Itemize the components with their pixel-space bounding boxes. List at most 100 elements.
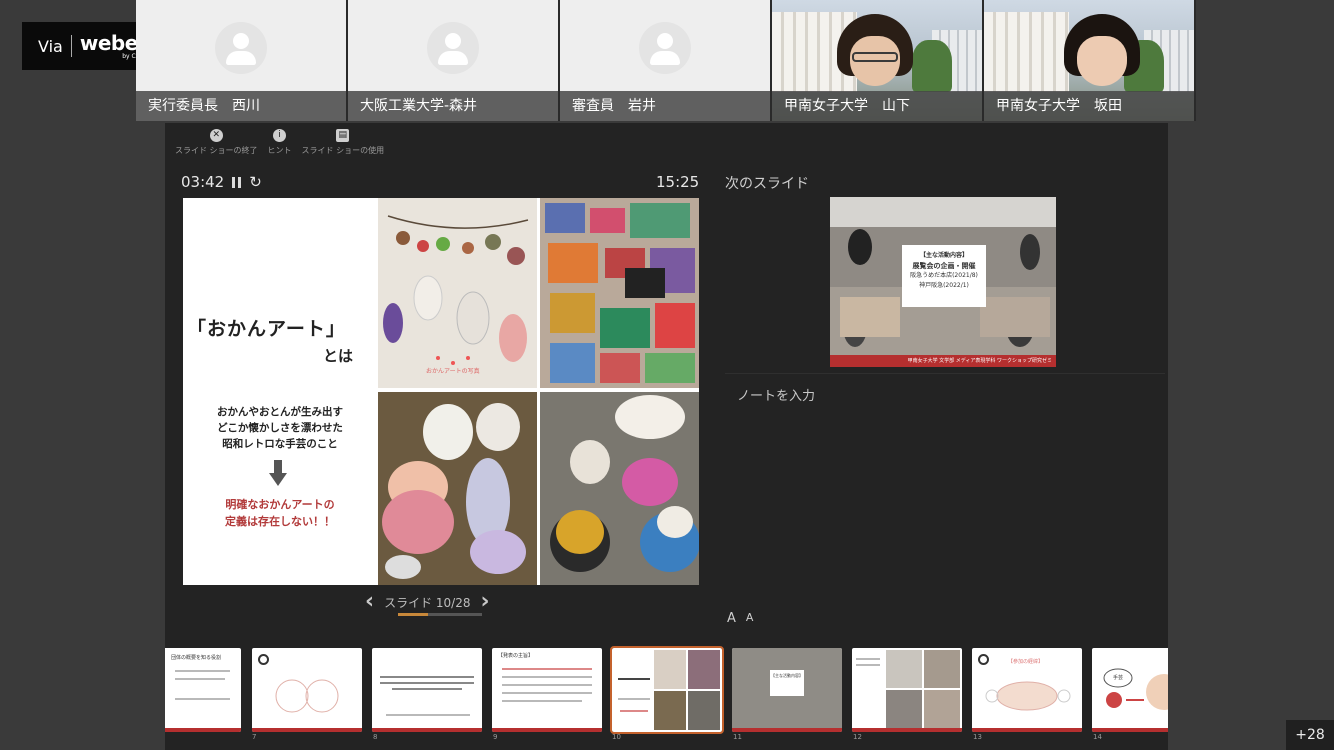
- participant-tile-video[interactable]: 甲南女子大学 山下: [772, 0, 982, 121]
- thumbnail-photo: [924, 690, 960, 728]
- craft-photo-drawing: [550, 395, 699, 572]
- thumbnail-footer: [1092, 728, 1168, 732]
- thumbnail-photo: [924, 650, 960, 688]
- photo-caption: おかんアートの写真: [426, 368, 480, 375]
- use-slideshow-label: スライド ショーの使用: [301, 146, 385, 155]
- slide-thumbnail[interactable]: [852, 648, 962, 732]
- close-icon: ✕: [209, 129, 223, 142]
- participant-strip: 実行委員長 西川 大阪工業大学-森井 審査員 岩井 甲南女子大学 山下 甲南女子…: [136, 0, 1196, 121]
- thumbnail-photo: [886, 690, 922, 728]
- participant-name: 甲南女子大学 坂田: [984, 91, 1194, 121]
- restart-icon[interactable]: ↻: [249, 173, 262, 191]
- participant-tile[interactable]: 審査員 岩井: [560, 0, 770, 121]
- elapsed-time: 03:42: [181, 173, 225, 191]
- thumbnail-text: [618, 698, 650, 700]
- thumbnail-text: [175, 670, 230, 672]
- thumbnail-text: [392, 688, 462, 690]
- thumbnail-diagram: [1103, 668, 1168, 710]
- thumbnail-title: 団体の概要を知る役割: [171, 655, 222, 661]
- thumbnail-number: 8: [373, 733, 378, 741]
- thumbnail-number: 14: [1093, 733, 1102, 741]
- thumbnail-text: [502, 692, 592, 694]
- more-participants-button[interactable]: +28: [1286, 720, 1334, 750]
- avatar-placeholder-icon: [639, 22, 691, 74]
- thumbnail-photo: [886, 650, 922, 688]
- slide-thumbnail[interactable]: [372, 648, 482, 732]
- thumbnail-footer: [492, 728, 602, 732]
- participant-name: 大阪工業大学-森井: [348, 91, 558, 121]
- increase-font-button[interactable]: A: [727, 611, 736, 626]
- next-card-title: 【主な活動内容】: [919, 252, 968, 259]
- thumbnail-text: [620, 710, 648, 712]
- slide-progress-bar: [398, 613, 482, 616]
- slide-thumbnail-strip: 団体の概要を知る役割 7 8 9 【発表の主旨】 10 11 【主な活動内容】 …: [165, 643, 1168, 750]
- craft-photo-dolls: [378, 392, 537, 585]
- next-card-line: 神戸阪急(2022/1): [919, 282, 969, 289]
- slide-thumbnail[interactable]: 【発表の主旨】: [492, 648, 602, 732]
- next-slide-preview[interactable]: 【主な活動内容】 展覧会の企画・開催 阪急うめだ本店(2021/8) 神戸阪急(…: [830, 197, 1056, 367]
- video-person-face: [1077, 36, 1127, 86]
- thumbnail-text: [175, 678, 225, 680]
- slide-title: 「おかんアート」: [187, 318, 346, 340]
- thumbnail-number: 10: [612, 733, 621, 741]
- slide-thumbnail[interactable]: 手芸: [1092, 648, 1168, 732]
- slide-thumbnail[interactable]: 【参加の経緯】: [972, 648, 1082, 732]
- slide-thumbnail[interactable]: [252, 648, 362, 732]
- end-slideshow-button[interactable]: ✕ スライド ショーの終了: [175, 129, 258, 156]
- participant-tile[interactable]: 大阪工業大学-森井: [348, 0, 558, 121]
- thumbnail-text: [502, 668, 592, 670]
- craft-photo-knits: [540, 198, 699, 388]
- thumbnail-number: 13: [973, 733, 982, 741]
- slide-thumbnail[interactable]: 【主な活動内容】: [732, 648, 842, 732]
- thumbnail-text: [386, 714, 470, 716]
- slide-title-suffix: とは: [323, 347, 354, 365]
- video-person-glasses: [852, 52, 898, 62]
- participant-tile-video[interactable]: 甲南女子大学 坂田: [984, 0, 1194, 121]
- via-label: Via: [38, 36, 63, 56]
- participant-video: [837, 14, 913, 94]
- slide-description: おかんやおとんが生み出す どこか懐かしさを漂わせた 昭和レトロな手芸のこと: [183, 404, 377, 452]
- craft-photo-dolls-2: [540, 392, 699, 585]
- thumbnail-photo: [654, 691, 686, 730]
- presenter-view: ✕ スライド ショーの終了 i ヒント ▤ スライド ショーの使用 03:42 …: [165, 123, 1168, 750]
- previous-slide-icon[interactable]: ‹: [365, 591, 374, 613]
- notes-input[interactable]: ノートを入力: [737, 385, 815, 404]
- current-slide: 「おかんアート」 とは おかんやおとんが生み出す どこか懐かしさを漂わせた 昭和…: [183, 198, 699, 585]
- thumbnail-footer: [165, 728, 241, 732]
- thumbnail-photo: [688, 691, 720, 730]
- thumbnail-footer: [972, 728, 1082, 732]
- participant-tile[interactable]: 実行委員長 西川: [136, 0, 346, 121]
- thumbnail-title: 【主な活動内容】: [771, 673, 803, 678]
- participant-name: 甲南女子大学 山下: [772, 91, 982, 121]
- use-slideshow-button[interactable]: ▤ スライド ショーの使用: [301, 129, 385, 156]
- slide-progress-fill: [398, 613, 428, 616]
- decrease-font-button[interactable]: A: [746, 611, 754, 626]
- thumbnail-text: [856, 664, 880, 666]
- next-slide-icon[interactable]: ›: [480, 591, 489, 613]
- thumbnail-text: [175, 698, 230, 700]
- thumbnail-text: [618, 678, 650, 680]
- participant-video: [1064, 14, 1140, 94]
- hint-button[interactable]: i ヒント: [268, 129, 292, 156]
- pause-icon[interactable]: [232, 176, 242, 188]
- next-slide-footer: 甲南女子大学 文学部 メディア表現学科 ワークショップ研究ゼミ: [830, 355, 1056, 367]
- slide-thumbnail[interactable]: 団体の概要を知る役割: [165, 648, 241, 732]
- thumbnail-diagram: [985, 681, 1071, 711]
- description-line: 昭和レトロな手芸のこと: [222, 438, 338, 450]
- webex-meeting-window: Via webex by CISCO 実行委員長 西川 大阪工業大学-森井 審査…: [0, 0, 1334, 750]
- thumbnail-text: [502, 676, 592, 678]
- font-size-controls: A A: [727, 611, 753, 626]
- slides-icon: ▤: [336, 129, 350, 142]
- slide-note: 明確なおかんアートの 定義は存在しない！！: [183, 496, 377, 530]
- thumbnail-text: [380, 682, 474, 684]
- thumbnail-text: [502, 700, 582, 702]
- slide-counter: スライド 10/28: [384, 595, 471, 610]
- note-line: 明確なおかんアートの: [225, 498, 335, 511]
- participant-name: 実行委員長 西川: [136, 91, 346, 121]
- slide-thumbnail-current[interactable]: [610, 646, 724, 734]
- video-background: [912, 40, 952, 92]
- thumbnail-text: [380, 676, 474, 678]
- thumbnail-photo: [654, 650, 686, 689]
- end-slideshow-label: スライド ショーの終了: [175, 146, 258, 155]
- arrow-down-icon: [269, 460, 287, 486]
